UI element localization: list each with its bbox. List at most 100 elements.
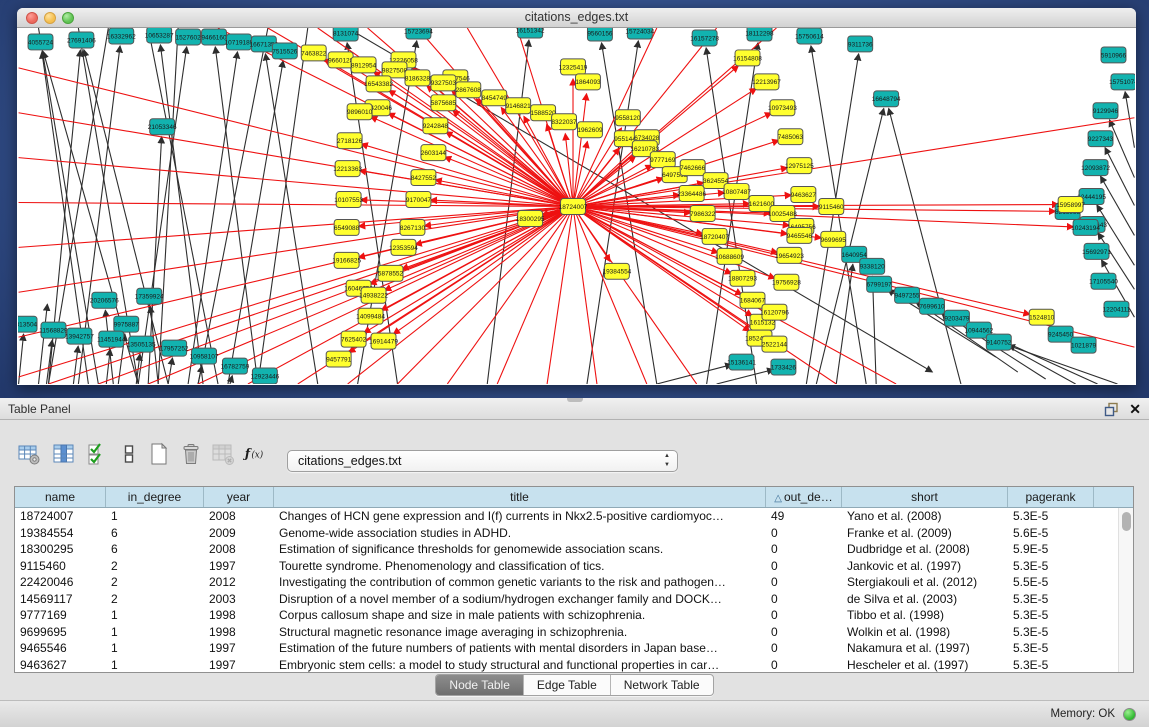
- graph-node[interactable]: 13505135: [127, 336, 156, 352]
- graph-node[interactable]: 9338120: [860, 258, 886, 274]
- graph-node[interactable]: 10807487: [722, 184, 751, 200]
- graph-node[interactable]: 2522144: [762, 336, 788, 352]
- graph-node[interactable]: 9975887: [114, 316, 140, 332]
- graph-node[interactable]: 1864093: [575, 74, 601, 90]
- graph-node[interactable]: 9242848: [423, 118, 449, 134]
- graph-node[interactable]: 16914479: [369, 333, 398, 349]
- graph-node[interactable]: 8912954: [351, 57, 377, 73]
- graph-node[interactable]: 15724034: [625, 28, 654, 39]
- table-row[interactable]: 946362711997Embryonic stem cells: a mode…: [15, 657, 1133, 674]
- graph-node[interactable]: 9140752: [986, 334, 1012, 350]
- graph-node[interactable]: 18720407: [700, 228, 729, 244]
- graph-node[interactable]: 12213967: [752, 74, 781, 90]
- graph-node[interactable]: 10243194: [1071, 219, 1100, 235]
- graph-node[interactable]: 2603144: [421, 145, 447, 161]
- graph-node[interactable]: 11451944: [97, 331, 126, 347]
- graph-node[interactable]: 19384554: [602, 263, 631, 279]
- graph-node[interactable]: 16543382: [364, 76, 393, 92]
- graph-node[interactable]: 6799197: [867, 276, 893, 292]
- table-row[interactable]: 1830029562008Estimation of significance …: [15, 541, 1133, 558]
- tab-node-table[interactable]: Node Table: [436, 675, 524, 695]
- graph-node[interactable]: 9463627: [791, 187, 817, 203]
- graph-node[interactable]: 18724007: [559, 199, 588, 215]
- network-canvas[interactable]: 4055724276914061633296210653287152760294…: [18, 28, 1135, 384]
- show-columns-icon[interactable]: [51, 440, 77, 468]
- graph-node[interactable]: 7625402: [341, 331, 367, 347]
- graph-node[interactable]: 8267130: [400, 219, 426, 235]
- graph-node[interactable]: 15136141: [727, 354, 756, 370]
- graph-node[interactable]: 12353594: [389, 239, 418, 255]
- graph-node[interactable]: 9896010: [347, 104, 373, 120]
- graph-node[interactable]: 8322037: [551, 114, 577, 130]
- graph-node[interactable]: 5875685: [431, 95, 457, 111]
- graph-node[interactable]: 9457791: [326, 351, 352, 367]
- select-columns-icon[interactable]: [84, 440, 110, 468]
- graph-node[interactable]: 12093872: [1081, 160, 1110, 176]
- vertical-scrollbar[interactable]: [1118, 508, 1133, 672]
- new-column-icon[interactable]: [146, 440, 172, 468]
- splitter-handle[interactable]: [567, 398, 583, 402]
- table-selector-dropdown[interactable]: citations_edges.txt ▲▼: [287, 450, 678, 472]
- graph-node[interactable]: 6549088: [334, 219, 360, 235]
- column-header-name[interactable]: name: [15, 487, 106, 507]
- graph-node[interactable]: 10107553: [334, 192, 363, 208]
- graph-node[interactable]: 9558120: [615, 110, 641, 126]
- memory-ok-indicator-icon[interactable]: [1123, 708, 1136, 721]
- graph-node[interactable]: 17957252: [160, 340, 189, 356]
- table-row[interactable]: 1938455462009Genome-wide association stu…: [15, 525, 1133, 542]
- graph-node[interactable]: 7515526: [272, 43, 298, 59]
- window-titlebar[interactable]: citations_edges.txt: [17, 8, 1136, 28]
- graph-node[interactable]: 15723694: [404, 28, 433, 39]
- graph-node[interactable]: 12975125: [785, 158, 814, 174]
- graph-node[interactable]: 27691406: [67, 32, 96, 48]
- graph-node[interactable]: 17359924: [135, 288, 164, 304]
- column-header-pagerank[interactable]: pagerank: [1008, 487, 1094, 507]
- graph-node[interactable]: 9466160: [201, 29, 227, 45]
- graph-node[interactable]: 11568829: [39, 322, 68, 338]
- graph-node[interactable]: 14938222: [359, 287, 388, 303]
- graph-node[interactable]: 8454749: [482, 90, 508, 106]
- graph-node[interactable]: 19166825: [332, 252, 361, 268]
- graph-node[interactable]: 9227343: [1088, 131, 1114, 147]
- graph-node[interactable]: 9245450: [1048, 326, 1074, 342]
- graph-node[interactable]: 16332962: [107, 28, 136, 44]
- graph-node[interactable]: 9129946: [1093, 103, 1119, 119]
- graph-node[interactable]: 9170047: [406, 192, 432, 208]
- graph-node[interactable]: 20206576: [90, 292, 119, 308]
- table-row[interactable]: 946554611997Estimation of the future num…: [15, 640, 1133, 657]
- graph-node[interactable]: 18112298: [745, 28, 774, 41]
- graph-node[interactable]: 7699610: [919, 298, 945, 314]
- graph-node[interactable]: 10688609: [715, 248, 744, 264]
- graph-node[interactable]: 21053346: [148, 119, 177, 135]
- table-panel-header[interactable]: Table Panel ✕: [0, 398, 1149, 420]
- graph-node[interactable]: 1527602: [175, 29, 201, 45]
- graph-node[interactable]: 4055724: [28, 34, 54, 50]
- graph-node[interactable]: 10958107: [190, 348, 219, 364]
- table-row[interactable]: 2242004622012Investigating the contribut…: [15, 574, 1133, 591]
- network-view-window[interactable]: citations_edges.txt 4055724 27691406 16332…: [17, 8, 1136, 385]
- graph-node[interactable]: 16648794: [872, 91, 901, 107]
- graph-node[interactable]: 16154808: [733, 50, 762, 66]
- graph-node[interactable]: 10653287: [145, 28, 174, 43]
- graph-node[interactable]: 1524810: [1029, 309, 1055, 325]
- graph-node[interactable]: 9777169: [650, 152, 676, 168]
- float-window-icon[interactable]: [1104, 402, 1119, 417]
- graph-node[interactable]: 9146821: [506, 98, 532, 114]
- column-header-title[interactable]: title: [274, 487, 766, 507]
- scrollbar-thumb[interactable]: [1122, 512, 1131, 531]
- graph-node[interactable]: 2867608: [456, 82, 482, 98]
- row-height-icon[interactable]: [116, 440, 142, 468]
- graph-node[interactable]: 18300295: [516, 210, 545, 226]
- graph-node[interactable]: 7462666: [680, 160, 706, 176]
- close-button[interactable]: [26, 12, 38, 24]
- table-row[interactable]: 1872400712008Changes of HCN gene express…: [15, 508, 1133, 525]
- graph-node[interactable]: 9115460: [819, 199, 844, 215]
- graph-node[interactable]: 19756928: [772, 274, 801, 290]
- graph-node[interactable]: 8131074: [333, 28, 359, 41]
- graph-node[interactable]: 10973493: [768, 100, 797, 116]
- column-header-short[interactable]: short: [842, 487, 1008, 507]
- graph-node[interactable]: 15751074: [1109, 74, 1135, 90]
- graph-node[interactable]: 9660128: [328, 52, 354, 68]
- column-header-outde[interactable]: △out_de…: [766, 487, 842, 507]
- tab-edge-table[interactable]: Edge Table: [524, 675, 611, 695]
